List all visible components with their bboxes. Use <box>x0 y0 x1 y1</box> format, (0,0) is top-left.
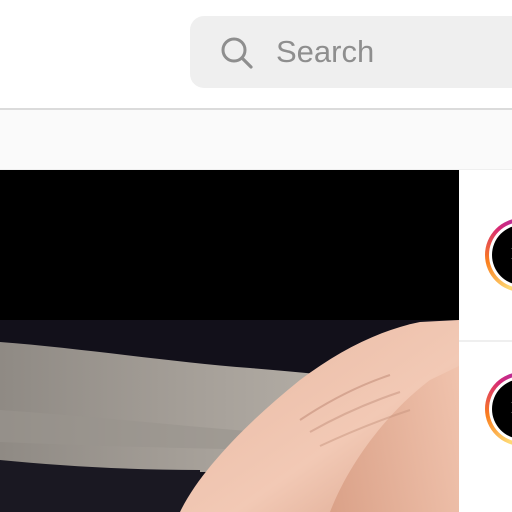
sub-navigation-bar <box>0 110 512 170</box>
top-navigation-bar <box>0 0 512 110</box>
story-ring[interactable]: B <box>485 218 512 292</box>
video-frame-image <box>0 170 459 512</box>
search-input[interactable] <box>276 28 506 76</box>
post-media[interactable] <box>0 170 459 512</box>
instagram-page: B B <box>0 0 512 512</box>
account-row[interactable]: B <box>459 342 512 512</box>
avatar[interactable]: B <box>492 379 512 439</box>
search-box[interactable] <box>190 16 512 88</box>
account-row[interactable]: B <box>459 170 512 342</box>
avatar[interactable]: B <box>492 225 512 285</box>
search-icon <box>220 36 254 70</box>
suggested-accounts-panel: B B <box>459 170 512 512</box>
story-ring[interactable]: B <box>485 372 512 446</box>
